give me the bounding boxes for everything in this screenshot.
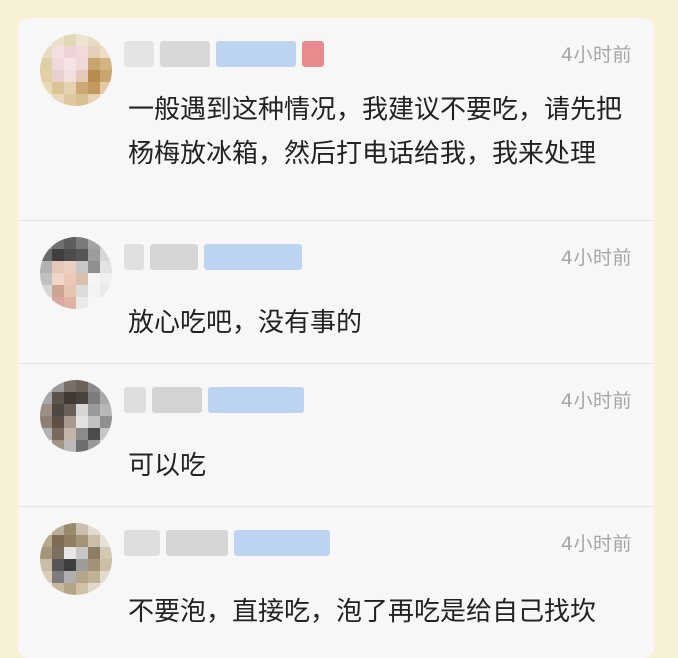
avatar[interactable] xyxy=(40,34,112,106)
comment-text: 一般遇到这种情况，我建议不要吃，请先把杨梅放冰箱，然后打电话给我，我来处理 xyxy=(128,95,623,169)
comment-item: 4小时前 可以吃 xyxy=(18,364,654,507)
comment-timestamp: 4小时前 xyxy=(560,390,632,412)
comment-timestamp: 4小时前 xyxy=(560,533,632,555)
blurred-username xyxy=(124,40,324,68)
comment-item: 4小时前 不要泡，直接吃，泡了再吃是给自己找坎 xyxy=(18,507,654,658)
blurred-username xyxy=(124,243,302,271)
blurred-username xyxy=(124,386,304,414)
comment-text: 可以吃 xyxy=(128,451,207,481)
comment-timestamp: 4小时前 xyxy=(560,44,632,66)
avatar[interactable] xyxy=(40,380,112,452)
avatar[interactable] xyxy=(40,523,112,595)
comment-timestamp: 4小时前 xyxy=(560,247,632,269)
comments-card: 4小时前 一般遇到这种情况，我建议不要吃，请先把杨梅放冰箱，然后打电话给我，我来… xyxy=(18,18,654,658)
blurred-username xyxy=(124,529,330,557)
comment-text: 放心吃吧，没有事的 xyxy=(128,308,363,338)
comment-item: 4小时前 放心吃吧，没有事的 xyxy=(18,221,654,364)
comment-text: 不要泡，直接吃，泡了再吃是给自己找坎 xyxy=(128,597,597,627)
comment-item: 4小时前 一般遇到这种情况，我建议不要吃，请先把杨梅放冰箱，然后打电话给我，我来… xyxy=(18,18,654,221)
avatar[interactable] xyxy=(40,237,112,309)
